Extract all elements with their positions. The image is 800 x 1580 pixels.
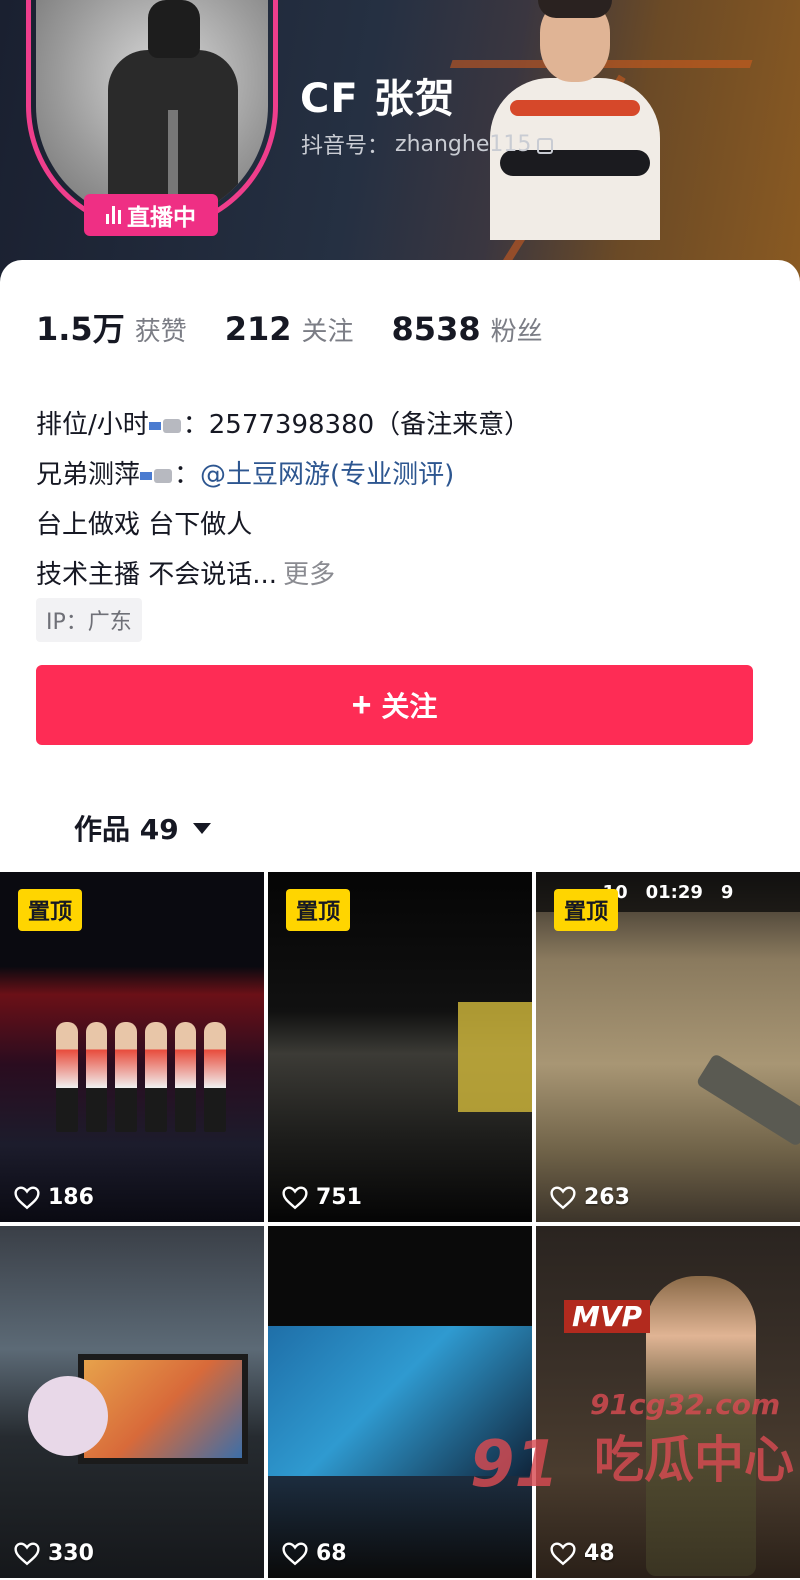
video-tile[interactable]: 10 01:29 9 置顶 263 xyxy=(536,872,800,1222)
copy-icon[interactable] xyxy=(537,138,554,154)
hud-score: 9 xyxy=(720,881,734,903)
video-tile[interactable]: MVP 48 xyxy=(536,1226,800,1578)
pinned-badge: 置顶 xyxy=(554,889,619,931)
bio-more-link[interactable]: 更多 xyxy=(283,560,335,590)
caret-down-icon xyxy=(192,822,211,834)
bio-text: 排位/小时 xyxy=(36,410,149,440)
bio-line: 技术主播 不会说话... 更多 xyxy=(36,550,530,600)
mvp-badge: MVP xyxy=(564,1300,651,1333)
video-thumbnail xyxy=(646,1276,756,1576)
plus-icon: + xyxy=(351,686,372,724)
stat-value: 212 xyxy=(224,310,292,348)
like-count: 68 xyxy=(282,1541,347,1566)
bio-text: ：2577398380（备注来意） xyxy=(182,410,531,440)
video-grid: 置顶 186 置顶 751 10 01:29 9 置顶 263 330 xyxy=(0,872,800,1580)
follow-button-label: 关注 xyxy=(381,691,438,722)
pinned-badge: 置顶 xyxy=(18,889,83,931)
like-count-value: 751 xyxy=(316,1185,362,1210)
stat-followers[interactable]: 8538 粉丝 xyxy=(392,310,543,348)
satellite-icon xyxy=(140,467,174,485)
like-count-value: 263 xyxy=(584,1185,630,1210)
video-tile[interactable]: 置顶 751 xyxy=(268,872,532,1222)
tab-works[interactable]: 作品 49 xyxy=(74,808,211,848)
video-thumbnail xyxy=(56,1022,227,1132)
pinned-badge: 置顶 xyxy=(286,889,351,931)
live-badge-label: 直播中 xyxy=(127,205,196,231)
hud-time: 01:29 xyxy=(645,881,703,903)
stats-row: 1.5万 获赞 212 关注 8538 粉丝 xyxy=(36,304,581,350)
tab-works-label: 作品 49 xyxy=(74,813,179,846)
live-badge[interactable]: 直播中 xyxy=(84,194,218,236)
heart-icon xyxy=(14,1542,40,1565)
heart-icon xyxy=(282,1542,308,1565)
follow-button[interactable]: + 关注 xyxy=(36,665,753,745)
satellite-icon xyxy=(148,417,183,435)
heart-icon xyxy=(14,1186,40,1209)
stat-following[interactable]: 212 关注 xyxy=(225,310,354,348)
bio-line: 排位/小时 ：2577398380（备注来意） xyxy=(36,400,530,450)
heart-icon xyxy=(550,1186,576,1209)
video-tile[interactable]: 68 xyxy=(268,1226,532,1578)
stat-likes[interactable]: 1.5万 获赞 xyxy=(36,304,187,350)
bio-text: 技术主播 不会说话... xyxy=(36,560,278,590)
stat-label: 关注 xyxy=(301,317,354,347)
video-thumbnail-detail xyxy=(28,1376,108,1456)
ip-location-tag: IP：广东 xyxy=(36,598,142,642)
video-thumbnail xyxy=(695,1052,800,1148)
profile-name: CF 张贺 xyxy=(300,76,456,122)
live-bars-icon xyxy=(106,206,121,224)
like-count-value: 186 xyxy=(48,1185,94,1210)
bio-text: 兄弟测萍 xyxy=(36,460,141,490)
bio-line: 台上做戏 台下做人 xyxy=(36,510,253,540)
bio-mention-link[interactable]: @土豆网游(专业测评) xyxy=(200,460,454,490)
douyin-id-value: zhanghe115 xyxy=(395,131,532,157)
video-tile[interactable]: 330 xyxy=(0,1226,264,1578)
stat-label: 粉丝 xyxy=(490,317,543,347)
like-count: 263 xyxy=(550,1185,630,1210)
like-count: 48 xyxy=(550,1541,615,1566)
douyin-id: 抖音号： zhanghe115 xyxy=(301,128,554,160)
profile-card: 1.5万 获赞 212 关注 8538 粉丝 排位/小时 ：2577398380（… xyxy=(0,260,800,872)
like-count-value: 68 xyxy=(316,1541,347,1566)
stat-label: 获赞 xyxy=(134,317,187,347)
video-tile[interactable]: 置顶 186 xyxy=(0,872,264,1222)
bio-text: ： xyxy=(174,460,201,490)
like-count-value: 330 xyxy=(48,1541,94,1566)
banner-player-image xyxy=(490,0,660,240)
bio: 排位/小时 ：2577398380（备注来意） 兄弟测萍 ：@土豆网游(专业测评) … xyxy=(36,400,530,600)
heart-icon xyxy=(550,1542,576,1565)
like-count-value: 48 xyxy=(584,1541,615,1566)
like-count: 751 xyxy=(282,1185,362,1210)
like-count: 330 xyxy=(14,1541,94,1566)
video-thumbnail xyxy=(268,1326,532,1476)
douyin-id-label: 抖音号： xyxy=(301,134,390,159)
stat-value: 1.5万 xyxy=(36,310,125,348)
video-thumbnail xyxy=(458,1002,532,1112)
bio-line: 兄弟测萍 ：@土豆网游(专业测评) xyxy=(36,450,530,500)
like-count: 186 xyxy=(14,1185,94,1210)
stat-value: 8538 xyxy=(391,310,481,348)
heart-icon xyxy=(282,1186,308,1209)
